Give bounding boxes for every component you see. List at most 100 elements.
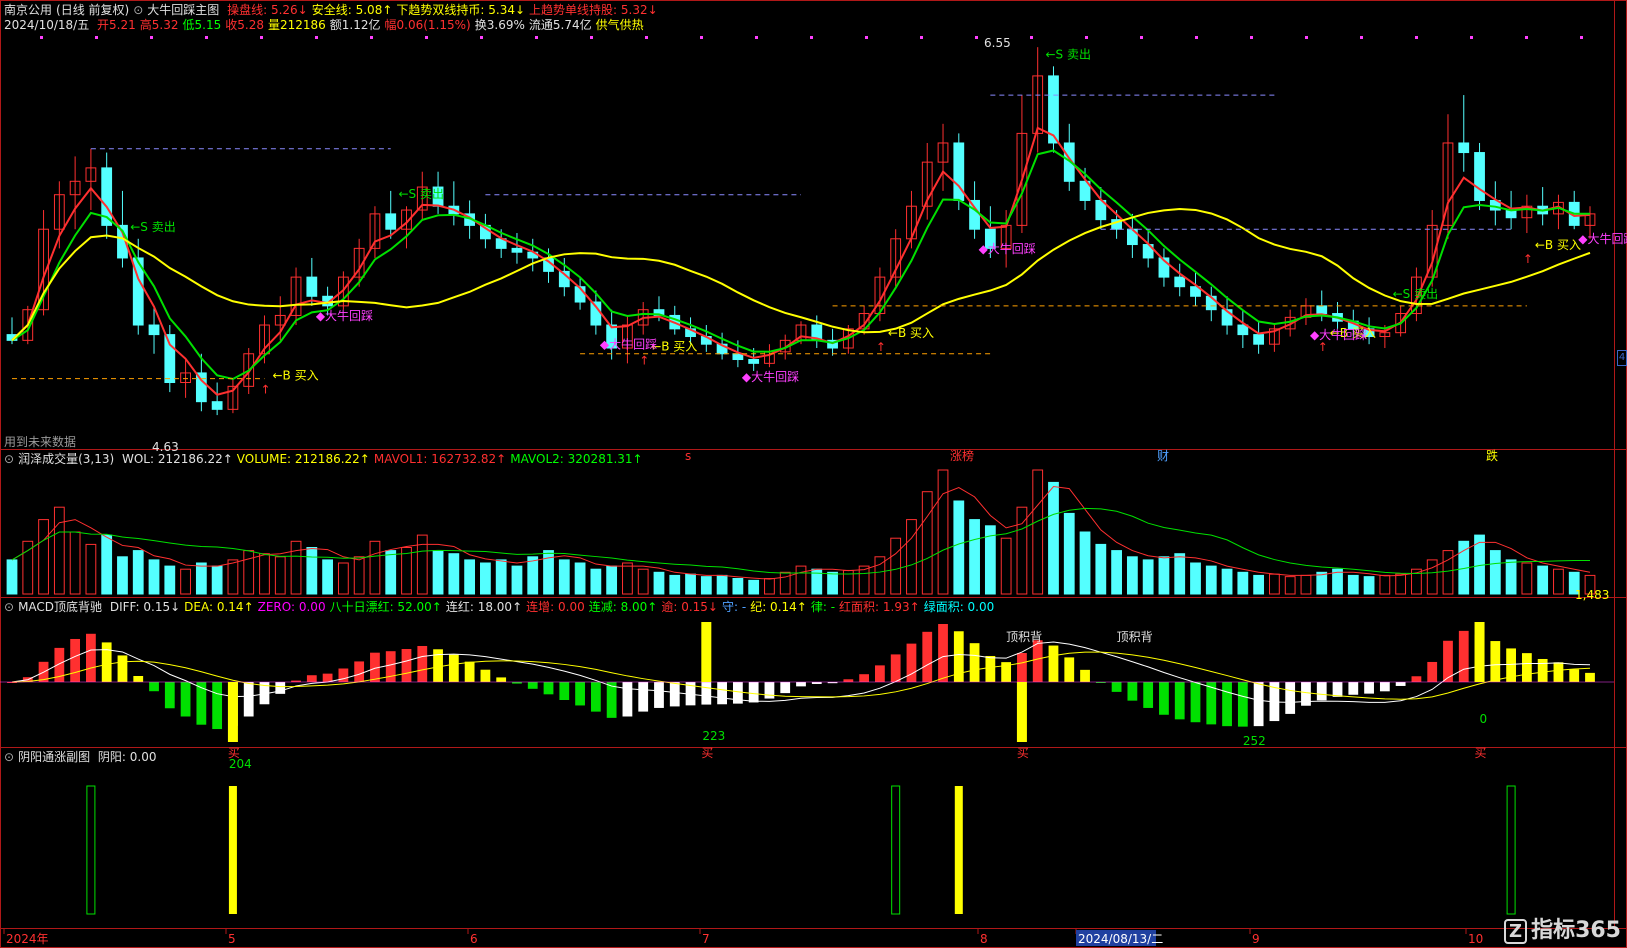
volume-bar [337,562,349,595]
macd-bar [306,675,317,682]
volume-bar [1316,571,1328,595]
right-scroll-marker[interactable]: 4 [1617,350,1627,366]
macd-bar [1316,682,1327,701]
volume-bar [1079,531,1091,595]
volume-bar [1000,537,1012,595]
candle-body [148,324,160,336]
volume-bar [653,571,665,595]
macd-bar [622,682,633,717]
macd-bar [1585,672,1595,682]
panel-borders [0,0,1627,948]
volume-bar [1426,559,1438,595]
candle-body [969,199,980,230]
volume-bar [669,574,681,595]
top-signal-dot [1250,36,1253,39]
chart-canvas[interactable]: ←S 卖出←S 卖出←S 卖出←S 卖出←B 买入↑←B 买入↑←B 买入↑←B… [0,0,1627,948]
macd-bar [1127,682,1138,701]
top-signal-dot [480,36,483,39]
volume-bar [622,562,633,595]
dnhc-signal: ◆大牛回踩 [600,337,657,352]
macd-bar [1285,682,1296,714]
macd-bar [243,682,254,717]
volume-bar [1142,559,1154,595]
top-signal-dot [95,36,98,39]
volume-bar [480,562,491,595]
macd-bar [401,649,412,682]
event-die[interactable]: 跌 [1486,448,1498,463]
volume-bar [1205,565,1217,595]
macd-bar [322,673,333,682]
event-s[interactable]: s [685,449,691,463]
divergence-bar [227,682,238,742]
green-line [11,149,1591,381]
macd-bar [180,682,191,717]
volume-bar [937,469,949,595]
event-zhangbang[interactable]: 涨榜 [950,448,974,463]
watermark-logo: Z 指标365 [1504,912,1621,944]
macd-bar [922,631,933,682]
volume-bar [637,568,649,595]
yinyang-green-bar [86,785,96,915]
macd-bar [1348,682,1359,695]
divergence-bar [701,622,712,682]
volume-bar [432,550,444,595]
top-signal-dot [1195,36,1198,39]
macd-bar [1521,653,1532,682]
macd-bar [875,665,885,682]
candle-body [1458,142,1470,154]
volume-bar [1300,574,1312,595]
volume-bar [448,553,460,595]
top-signal-dot [1085,36,1088,39]
macd-bar [133,675,144,682]
volume-bar [211,565,223,595]
volume-bar [227,559,239,595]
volume-bar [732,578,744,595]
volume-bar [101,534,113,595]
volume-bar [716,574,728,595]
dnhc-signal: ◆大牛回踩 [316,308,373,323]
macd-bar [748,682,759,703]
volume-bar [164,565,176,595]
macd-bar [764,682,775,699]
macd-bar [1048,645,1059,682]
volume-bar [369,540,381,595]
volume-bar [890,537,902,595]
macd-number: 223 [702,729,725,743]
volume-bar [1489,550,1501,595]
top-signal-dot [1470,36,1473,39]
top-signal-dot [260,36,263,39]
macd-bar [985,655,996,682]
volume-bar [322,559,333,595]
candle-body [511,247,523,253]
volume-bar [259,553,270,595]
volume-bar [921,491,933,595]
buy-arrow-icon: ↑ [1523,252,1533,266]
event-cai[interactable]: 财 [1157,449,1169,463]
top-signal-dot [645,36,648,39]
top-signal-dot [810,36,813,39]
dnhc-signal: ◆大牛回踩 [1310,327,1367,342]
macd-bar [1237,682,1248,727]
macd-number: 204 [229,757,252,771]
top-signal-dot [205,36,208,39]
volume-bar [795,565,807,595]
volume-bar [827,571,838,595]
top-signal-dot [1360,36,1363,39]
buy-arrow-icon: ↑ [639,354,649,368]
macd-bar [1111,682,1122,692]
macd-bar [606,682,617,718]
candle-body [1174,276,1186,288]
watermark-text: 指标365 [1531,918,1621,943]
z-logo-icon: Z [1504,919,1528,944]
volume-bar [953,500,965,595]
macd-bar [1222,682,1232,727]
volume-bar [764,578,775,595]
macd-number: 252 [1243,734,1266,748]
macd-bar [1537,658,1548,682]
volume-bar [53,506,65,595]
volume-bar [969,519,980,595]
sell-signal: ←S 卖出 [130,220,176,234]
volume-bar [1537,565,1549,595]
volume-bar [353,556,365,595]
volume-bar [1363,576,1375,595]
